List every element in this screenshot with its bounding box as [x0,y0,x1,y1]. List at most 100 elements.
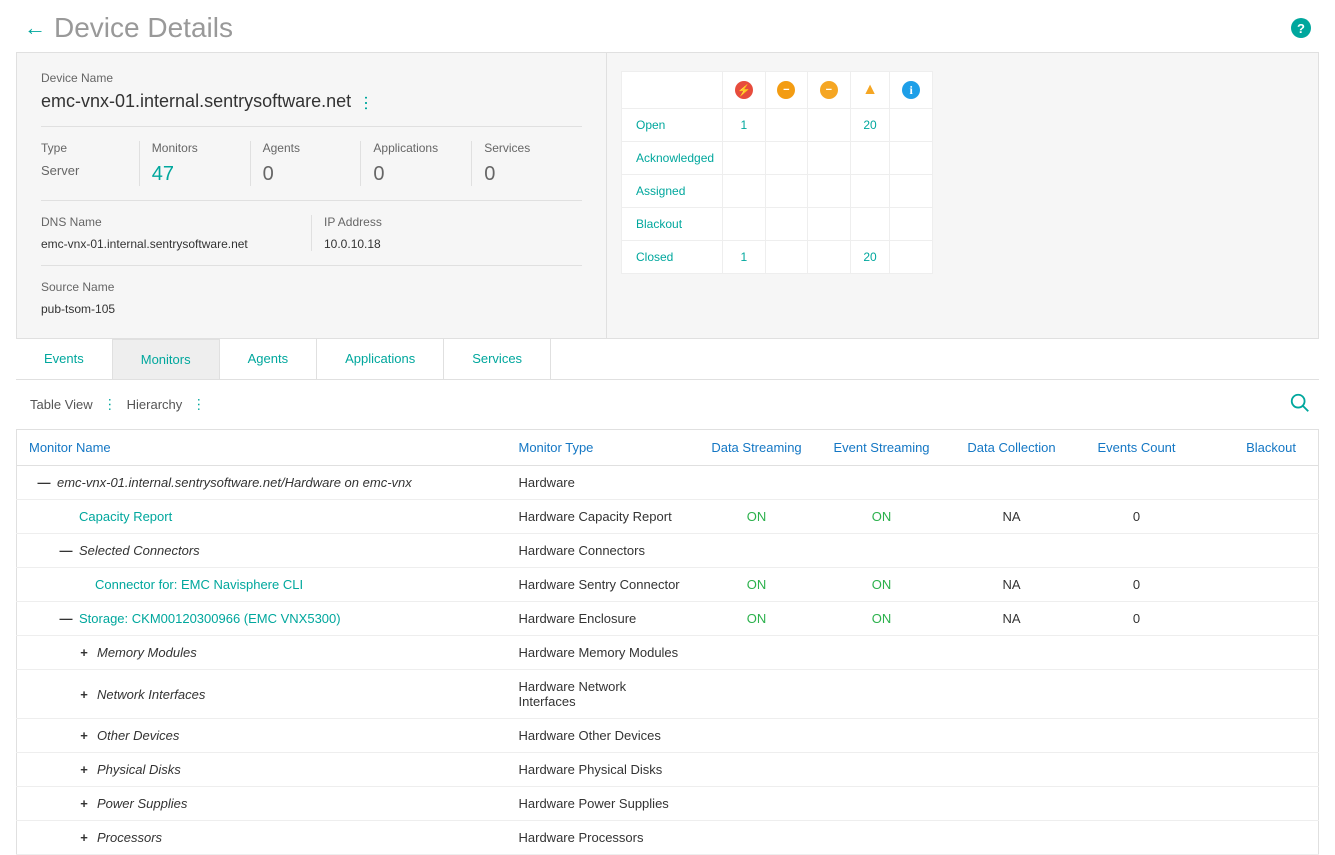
events-count [1077,636,1197,670]
tab-agents[interactable]: Agents [220,339,317,379]
event-streaming: ON [817,500,947,534]
blackout [1197,466,1319,500]
event-warning-count[interactable]: 20 [850,241,890,274]
blackout [1197,753,1319,787]
data-streaming [697,719,817,753]
back-arrow-icon[interactable]: ← [24,15,46,41]
data-collection: NA [947,500,1077,534]
event-row-closed: Closed1 20 [622,241,933,274]
data-collection [947,719,1077,753]
col-data-streaming[interactable]: Data Streaming [697,430,817,466]
event-summary-table: ⚡ − − ▲ i Open120AcknowledgedAssignedBla… [621,71,933,274]
warning-icon: ▲ [862,81,878,98]
event-row-blackout: Blackout [622,208,933,241]
data-streaming [697,636,817,670]
monitor-table: Monitor Name Monitor Type Data Streaming… [16,429,1319,855]
table-row: —Selected ConnectorsHardware Connectors [17,534,1319,568]
agents-label: Agents [263,141,349,155]
monitor-type: Hardware Network Interfaces [507,670,697,719]
applications-value: 0 [373,163,459,186]
event-streaming [817,636,947,670]
monitor-type: Hardware Connectors [507,534,697,568]
tree-toggle-icon[interactable]: — [37,475,51,490]
table-row: +Memory ModulesHardware Memory Modules [17,636,1319,670]
event-row-open: Open1 20 [622,109,933,142]
col-blackout[interactable]: Blackout [1197,430,1319,466]
col-monitor-type[interactable]: Monitor Type [507,430,697,466]
tab-applications[interactable]: Applications [317,339,444,379]
data-streaming [697,534,817,568]
event-streaming [817,466,947,500]
blackout [1197,821,1319,855]
data-streaming: ON [697,500,817,534]
event-info-count [890,241,933,274]
monitor-name: Processors [97,830,162,845]
event-warning-count [850,142,890,175]
blackout [1197,568,1319,602]
event-critical-count [723,142,766,175]
monitor-name: Memory Modules [97,645,197,660]
tree-toggle-icon[interactable]: + [77,728,91,743]
data-collection [947,787,1077,821]
event-info-count [890,175,933,208]
events-count [1077,753,1197,787]
event-row-label: Closed [622,241,723,274]
device-name: emc-vnx-01.internal.sentrysoftware.net [41,91,351,112]
tab-services[interactable]: Services [444,339,551,379]
events-count [1077,466,1197,500]
tree-toggle-icon[interactable]: — [59,611,73,626]
search-icon[interactable] [1289,392,1311,414]
event-warning-count [850,208,890,241]
view-table-label[interactable]: Table View [30,397,93,412]
col-events-count[interactable]: Events Count [1077,430,1197,466]
monitor-type: Hardware Physical Disks [507,753,697,787]
tree-toggle-icon[interactable]: + [77,645,91,660]
tree-toggle-icon[interactable]: — [59,543,73,558]
device-actions-menu-icon[interactable]: ⋯ [356,95,376,109]
col-data-collection[interactable]: Data Collection [947,430,1077,466]
blackout [1197,787,1319,821]
event-minor-count [808,142,851,175]
events-count [1077,821,1197,855]
monitor-type: Hardware Processors [507,821,697,855]
hierarchy-menu-icon[interactable]: ⋯ [191,398,208,412]
monitor-name[interactable]: Capacity Report [79,509,172,524]
event-critical-count[interactable]: 1 [723,109,766,142]
view-hierarchy-label[interactable]: Hierarchy [127,397,183,412]
tree-toggle-icon[interactable]: + [77,830,91,845]
tree-toggle-icon[interactable]: + [77,687,91,702]
help-icon[interactable]: ? [1291,18,1311,38]
event-row-ack: Acknowledged [622,142,933,175]
monitors-value[interactable]: 47 [152,163,238,186]
device-name-label: Device Name [41,71,582,85]
events-count: 0 [1077,568,1197,602]
event-row-label: Open [622,109,723,142]
tree-toggle-icon[interactable]: + [77,796,91,811]
ip-label: IP Address [324,215,582,229]
event-critical-count[interactable]: 1 [723,241,766,274]
tab-monitors[interactable]: Monitors [113,339,220,379]
event-major-count [765,241,808,274]
tab-events[interactable]: Events [16,339,113,379]
monitor-name[interactable]: Connector for: EMC Navisphere CLI [95,577,303,592]
col-event-streaming[interactable]: Event Streaming [817,430,947,466]
event-info-count [890,142,933,175]
event-row-label: Assigned [622,175,723,208]
dns-value: emc-vnx-01.internal.sentrysoftware.net [41,237,299,251]
table-view-menu-icon[interactable]: ⋯ [101,398,118,412]
tree-toggle-icon[interactable]: + [77,762,91,777]
blackout [1197,534,1319,568]
col-monitor-name[interactable]: Monitor Name [17,430,507,466]
event-critical-count [723,175,766,208]
blackout [1197,719,1319,753]
monitor-type: Hardware Other Devices [507,719,697,753]
monitor-name: Physical Disks [97,762,181,777]
event-info-count [890,208,933,241]
events-count [1077,534,1197,568]
event-minor-count [808,241,851,274]
monitor-name[interactable]: Storage: CKM00120300966 (EMC VNX5300) [79,611,341,626]
data-collection [947,636,1077,670]
event-streaming [817,821,947,855]
event-warning-count[interactable]: 20 [850,109,890,142]
data-collection: NA [947,568,1077,602]
